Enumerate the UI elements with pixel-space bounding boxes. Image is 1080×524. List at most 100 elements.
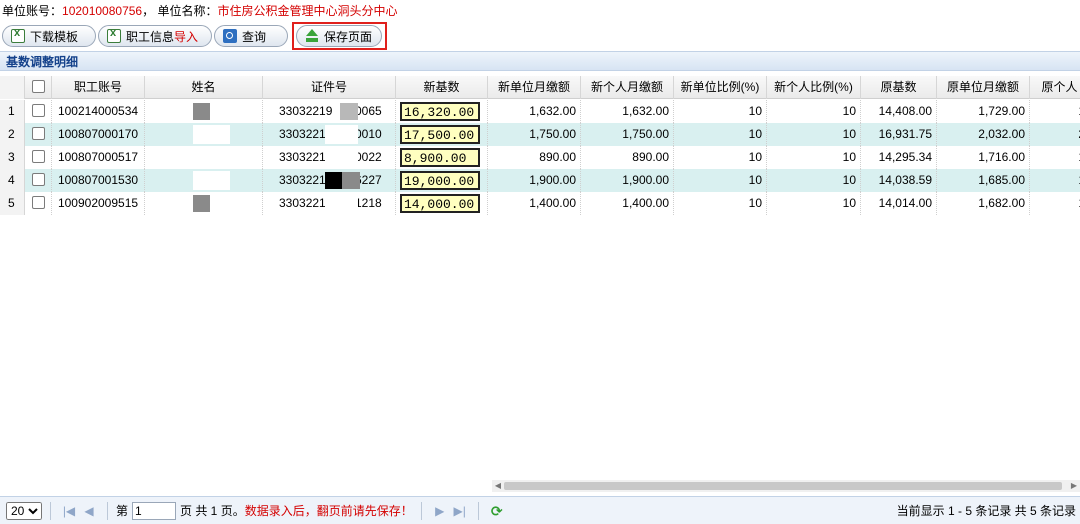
next-page-icon[interactable]: ▶: [432, 503, 448, 519]
col-header-old-personal[interactable]: 原个人: [1030, 76, 1080, 99]
cell-old-unit-amount: 1,716.00: [937, 146, 1030, 169]
cell-old-personal: 2: [1030, 123, 1080, 146]
cell-id: 33032219 0065: [263, 100, 396, 123]
col-header-name[interactable]: 姓名: [145, 76, 263, 99]
cell-account: 100214000534: [52, 100, 145, 123]
new-base-input[interactable]: 14,000.00: [400, 194, 480, 213]
col-header-old-unit-amount[interactable]: 原单位月缴额: [937, 76, 1030, 99]
import-label: 职工信息: [126, 29, 175, 44]
pager-divider: [107, 501, 108, 520]
import-employee-button[interactable]: 职工信息导入: [98, 25, 212, 47]
new-base-input[interactable]: 8,900.00: [400, 148, 480, 167]
table-row[interactable]: 3 100807000517 33032219 0022 8,900.00 890.00 8…: [0, 146, 1080, 169]
toolbar: 下载模板 职工信息导入 查询 保存页面: [0, 23, 1080, 49]
col-header-old-base[interactable]: 原基数: [861, 76, 937, 99]
cell-old-base: 14,408.00: [861, 100, 937, 123]
scroll-left-icon[interactable]: ◀: [492, 480, 504, 492]
unit-name-label: 单位名称：: [157, 4, 218, 18]
unit-name-value: 市住房公积金管理中心洞头分中心: [217, 4, 398, 18]
page-total: 页 共 1 页。: [180, 504, 245, 518]
cell-account: 100807001530: [52, 169, 145, 192]
table-row[interactable]: 5 100902009515 33032219 1218 14,000.00 1,400.…: [0, 192, 1080, 215]
page-number-input[interactable]: [132, 501, 177, 520]
col-header-new-unit-ratio[interactable]: 新单位比例(%): [674, 76, 767, 99]
cell-new-base[interactable]: 8,900.00: [396, 146, 488, 169]
row-checkbox-cell[interactable]: [25, 146, 52, 169]
row-number: 2: [0, 123, 25, 146]
query-button[interactable]: 查询: [214, 25, 288, 47]
new-base-input[interactable]: 16,320.00: [400, 102, 480, 121]
cell-old-base: 16,931.75: [861, 123, 937, 146]
row-checkbox-cell[interactable]: [25, 123, 52, 146]
id-suffix: 1218: [355, 196, 382, 210]
cell-account: 100902009515: [52, 192, 145, 215]
last-page-icon[interactable]: ▶|: [452, 503, 468, 519]
new-base-input[interactable]: 19,000.00: [400, 171, 480, 190]
new-base-input[interactable]: 17,500.00: [400, 125, 480, 144]
download-template-button[interactable]: 下载模板: [2, 25, 96, 47]
table-row[interactable]: 2100807000170林33032219001017,500.001,750…: [0, 123, 1080, 146]
download-template-label: 下载模板: [30, 29, 79, 44]
redaction-block: [325, 148, 358, 167]
import-label-suffix: 导入: [174, 29, 199, 44]
refresh-icon[interactable]: ⟳: [489, 503, 505, 519]
cell-old-unit-amount: 1,682.00: [937, 192, 1030, 215]
cell-new-personal-ratio: 10: [767, 100, 861, 123]
select-all-checkbox[interactable]: [31, 80, 45, 94]
query-label: 查询: [242, 29, 267, 44]
cell-new-base[interactable]: 19,000.00: [396, 169, 488, 192]
cell-new-base[interactable]: 16,320.00: [396, 100, 488, 123]
cell-new-unit-amount: 1,750.00: [488, 123, 581, 146]
cell-old-unit-amount: 1,685.00: [937, 169, 1030, 192]
select-all-checkbox-cell[interactable]: [25, 76, 52, 99]
row-checkbox[interactable]: [31, 173, 45, 187]
col-header-new-unit-amount[interactable]: 新单位月缴额: [488, 76, 581, 99]
col-header-id[interactable]: 证件号: [263, 76, 396, 99]
cell-new-base[interactable]: 14,000.00: [396, 192, 488, 215]
table-row[interactable]: 4100807001530林33032219622719,000.001,900…: [0, 169, 1080, 192]
first-page-icon[interactable]: |◀: [61, 503, 77, 519]
info-separator: ，: [142, 4, 155, 18]
row-checkbox[interactable]: [31, 150, 45, 164]
horizontal-scrollbar[interactable]: ◀ ▶: [492, 480, 1080, 492]
cell-old-base: 14,038.59: [861, 169, 937, 192]
cell-new-personal-amount: 1,750.00: [581, 123, 674, 146]
cell-new-unit-ratio: 10: [674, 123, 767, 146]
scrollbar-thumb[interactable]: [504, 482, 1062, 490]
row-checkbox-cell[interactable]: [25, 192, 52, 215]
table-row[interactable]: 1100214000534陈33032219006516,320.001,632…: [0, 100, 1080, 123]
page-size-select[interactable]: 20: [6, 501, 42, 520]
scroll-right-icon[interactable]: ▶: [1068, 480, 1080, 492]
prev-page-icon[interactable]: ◀: [81, 503, 97, 519]
cell-new-personal-ratio: 10: [767, 146, 861, 169]
pagination-bar: 20 |◀ ◀ 第 页 共 1 页。 数据录入后，翻页前请先保存！ ▶ ▶| ⟳…: [0, 496, 1080, 524]
cell-old-personal: 1: [1030, 146, 1080, 169]
id-suffix: 0010: [355, 127, 382, 141]
row-checkbox[interactable]: [31, 196, 45, 210]
redaction-block: [342, 172, 360, 189]
row-checkbox[interactable]: [31, 127, 45, 141]
col-header-new-personal-amount[interactable]: 新个人月缴额: [581, 76, 674, 99]
col-header-account[interactable]: 职工账号: [52, 76, 145, 99]
excel-icon: [11, 27, 25, 43]
id-suffix: 0065: [355, 104, 382, 118]
redaction-block: [193, 171, 230, 190]
col-header-new-base[interactable]: 新基数: [396, 76, 488, 99]
record-summary: 当前显示 1 - 5 条记录 共 5 条记录: [896, 504, 1076, 518]
cell-new-personal-amount: 1,400.00: [581, 192, 674, 215]
cell-new-personal-amount: 1,632.00: [581, 100, 674, 123]
cell-new-personal-amount: 890.00: [581, 146, 674, 169]
row-checkbox-cell[interactable]: [25, 100, 52, 123]
cell-new-unit-amount: 1,900.00: [488, 169, 581, 192]
row-checkbox[interactable]: [31, 104, 45, 118]
cell-old-personal: 1: [1030, 100, 1080, 123]
cell-old-personal: 1: [1030, 192, 1080, 215]
cell-new-base[interactable]: 17,500.00: [396, 123, 488, 146]
redaction-block: [325, 172, 342, 189]
cell-new-unit-ratio: 10: [674, 169, 767, 192]
cell-old-personal: 1: [1030, 169, 1080, 192]
account-label: 单位账号：: [2, 4, 63, 18]
cell-account: 100807000170: [52, 123, 145, 146]
col-header-new-personal-ratio[interactable]: 新个人比例(%): [767, 76, 861, 99]
row-checkbox-cell[interactable]: [25, 169, 52, 192]
